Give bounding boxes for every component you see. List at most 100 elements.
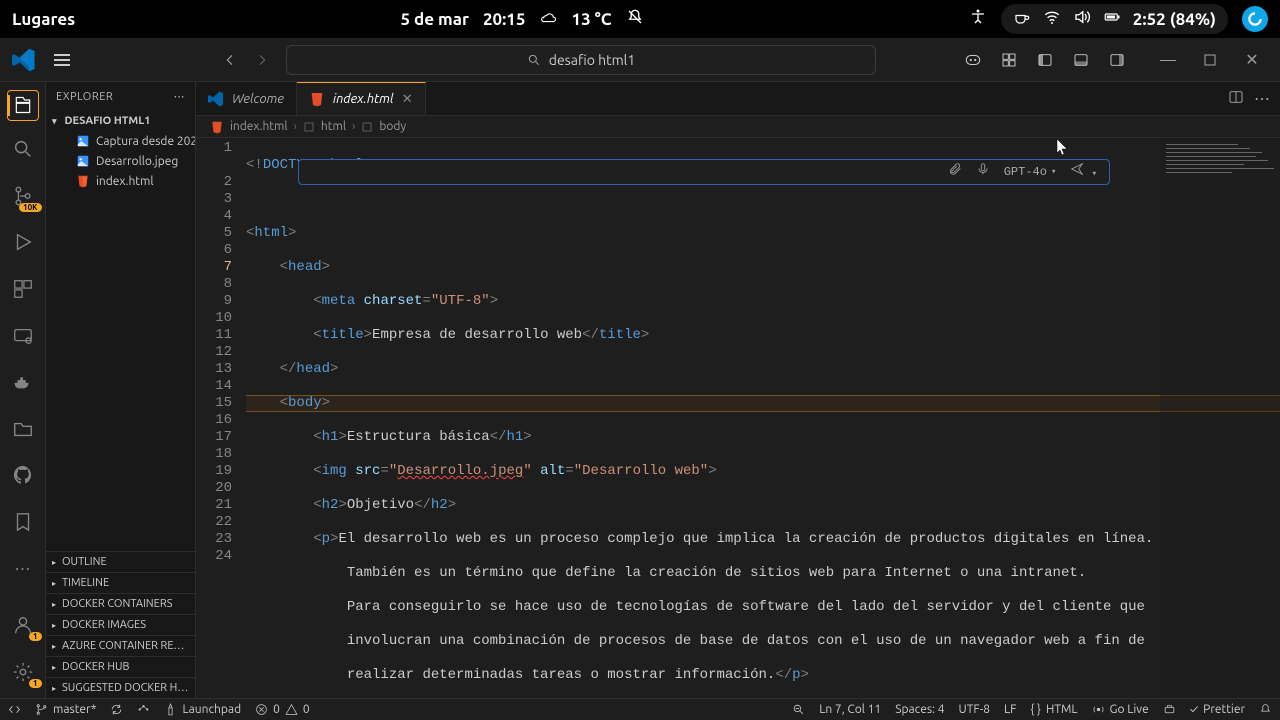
weather-icon (539, 8, 557, 30)
file-item[interactable]: index.html (46, 171, 195, 191)
caffeine-icon[interactable] (1013, 8, 1031, 30)
attach-icon[interactable] (948, 162, 962, 182)
activity-docker[interactable] (0, 364, 46, 401)
status-bar: master* Launchpad 0 0 Ln 7, Col 11 Space… (0, 698, 1280, 720)
vscode-icon (208, 91, 224, 107)
accessibility-icon[interactable] (969, 8, 987, 30)
activity-bar: 10K ⋯ 1 1 (0, 82, 46, 698)
layout-grid-icon[interactable] (994, 45, 1024, 75)
inline-chat-box[interactable]: GPT-4o ▾ ▾ (298, 159, 1110, 185)
remote-indicator[interactable] (8, 703, 21, 716)
html-icon (210, 120, 224, 134)
go-live[interactable]: Go Live (1092, 703, 1149, 716)
system-top-bar: Lugares 5 de mar 20:15 13 °C 2:52 (84%) (0, 0, 1280, 38)
file-item[interactable]: Desarrollo.jpeg (46, 151, 195, 171)
volume-icon[interactable] (1073, 8, 1091, 30)
docker-images-section[interactable]: DOCKER IMAGES (46, 614, 195, 635)
search-icon (527, 53, 541, 67)
sys-date[interactable]: 5 de mar (400, 10, 469, 29)
line-gutter: 123456789101112131415161718192021222324 (196, 138, 246, 698)
file-label: Captura desde 202… (96, 135, 195, 148)
ports-icon[interactable] (1163, 703, 1176, 716)
system-tray[interactable]: 2:52 (84%) (1001, 4, 1228, 34)
activity-search[interactable] (0, 131, 46, 168)
tab-close-icon[interactable]: ✕ (402, 92, 413, 107)
places-menu[interactable]: Lugares (12, 10, 75, 29)
nav-forward-button[interactable] (248, 46, 276, 74)
activity-settings[interactable]: 1 (0, 653, 46, 690)
window-minimize-button[interactable]: — (1148, 45, 1188, 75)
breadcrumb[interactable]: index.html› html› body (196, 116, 1280, 138)
indentation[interactable]: Spaces: 4 (895, 703, 944, 716)
sync-icon[interactable] (110, 703, 123, 716)
menu-button[interactable] (48, 48, 76, 72)
wifi-icon[interactable] (1043, 8, 1061, 30)
command-center-search[interactable]: desafio html1 (286, 45, 876, 75)
copilot-icon[interactable] (958, 45, 988, 75)
project-folder[interactable]: DESAFIO HTML1 (46, 111, 195, 131)
activity-remote[interactable] (0, 317, 46, 354)
file-item[interactable]: Captura desde 202… (46, 131, 195, 151)
nav-back-button[interactable] (216, 46, 244, 74)
tab-index-html[interactable]: index.html ✕ (297, 82, 426, 115)
crumb[interactable]: body (379, 120, 406, 133)
launchpad[interactable]: Launchpad (164, 703, 241, 716)
split-editor-icon[interactable] (1228, 89, 1244, 109)
model-selector[interactable]: GPT-4o ▾ (1004, 164, 1057, 181)
crumb[interactable]: html (321, 120, 346, 133)
activity-explorer[interactable] (7, 90, 39, 121)
crumb[interactable]: index.html (230, 120, 288, 133)
file-label: index.html (96, 175, 154, 188)
git-branch[interactable]: master* (35, 703, 96, 716)
notifications-off-icon[interactable] (626, 8, 644, 30)
explorer-title: EXPLORER (56, 91, 113, 103)
toggle-sidebar-icon[interactable] (1030, 45, 1060, 75)
app-switcher-icon[interactable] (1242, 6, 1268, 32)
toggle-panel-icon[interactable] (1066, 45, 1096, 75)
notifications-icon[interactable] (1259, 703, 1272, 716)
docker-hub-section[interactable]: DOCKER HUB (46, 656, 195, 677)
tab-more-icon[interactable]: ⋯ (1254, 89, 1270, 108)
docker-suggested-section[interactable]: SUGGESTED DOCKER HUB I… (46, 677, 195, 698)
mic-icon[interactable] (976, 162, 990, 182)
mouse-cursor-icon (1056, 138, 1068, 156)
activity-run-debug[interactable] (0, 224, 46, 261)
encoding[interactable]: UTF-8 (959, 703, 990, 716)
sys-time[interactable]: 20:15 (483, 10, 526, 29)
file-label: Desarrollo.jpeg (96, 155, 178, 168)
language-mode[interactable]: { } HTML (1030, 703, 1077, 716)
tab-welcome[interactable]: Welcome (196, 82, 297, 115)
eol[interactable]: LF (1004, 703, 1016, 716)
explorer-more-icon[interactable]: ⋯ (174, 90, 186, 103)
symbol-icon (303, 121, 315, 133)
azure-registry-section[interactable]: AZURE CONTAINER REGISTRY (46, 635, 195, 656)
battery-icon[interactable] (1103, 8, 1121, 30)
activity-bookmark[interactable] (0, 504, 46, 541)
timeline-section[interactable]: TIMELINE (46, 572, 195, 593)
toggle-secondary-icon[interactable] (1102, 45, 1132, 75)
activity-folder[interactable] (0, 410, 46, 447)
code-editor[interactable]: 123456789101112131415161718192021222324 … (196, 138, 1280, 698)
search-text: desafio html1 (549, 52, 635, 68)
cursor-position[interactable]: Ln 7, Col 11 (819, 703, 881, 716)
docker-containers-section[interactable]: DOCKER CONTAINERS (46, 593, 195, 614)
window-close-button[interactable]: ✕ (1232, 45, 1272, 75)
window-maximize-button[interactable] (1190, 45, 1230, 75)
activity-github[interactable] (0, 457, 46, 494)
activity-extensions[interactable] (0, 271, 46, 308)
activity-more[interactable]: ⋯ (0, 550, 46, 587)
zoom-icon[interactable] (792, 703, 805, 716)
html-icon (309, 91, 325, 107)
activity-source-control[interactable]: 10K (0, 177, 46, 214)
window-title-bar: desafio html1 — ✕ (0, 38, 1280, 82)
tab-label: index.html (333, 92, 394, 106)
problems[interactable]: 0 0 (255, 703, 310, 716)
outline-section[interactable]: OUTLINE (46, 551, 195, 572)
activity-accounts[interactable]: 1 (0, 607, 46, 644)
code-content[interactable]: <!DOCTYPE html> <html> <head> <meta char… (246, 138, 1280, 698)
send-icon[interactable]: ▾ (1070, 162, 1097, 183)
minimap[interactable] (1160, 138, 1280, 698)
graph-icon[interactable] (137, 703, 150, 716)
sys-temp: 13 °C (571, 10, 611, 29)
prettier[interactable]: ✓ Prettier (1190, 703, 1245, 716)
